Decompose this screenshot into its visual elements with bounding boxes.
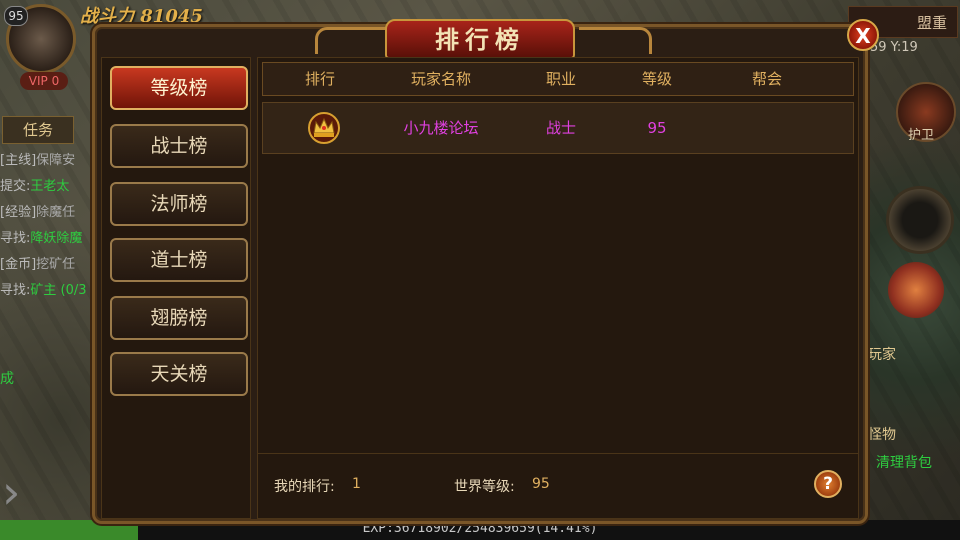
quest-list: [主线]保障安 提交:王老太 [经验]除魔任 寻找:降妖除魔 [金币]挖矿任 寻…: [0, 148, 95, 304]
tab-mage-ranking[interactable]: 法师榜: [110, 182, 248, 226]
title-ornament-right: [579, 27, 652, 54]
close-button[interactable]: X: [847, 19, 879, 51]
vip-badge[interactable]: VIP 0: [20, 72, 68, 90]
skill-slot-icon[interactable]: [886, 186, 954, 254]
guard-label: 护卫: [908, 128, 935, 143]
ranking-modal: 排行榜 X 等级榜 战士榜 法师榜 道士榜 翅膀榜 天关榜 排行 玩家名称 职业…: [92, 19, 879, 524]
quest-line[interactable]: 寻找:降妖除魔: [0, 226, 95, 252]
class-cell: 战士: [545, 119, 576, 137]
crown-icon: [308, 112, 340, 144]
ranking-tab-list: 等级榜 战士榜 法师榜 道士榜 翅膀榜 天关榜: [101, 57, 251, 519]
player-name-cell[interactable]: 小九楼论坛: [381, 103, 501, 153]
tab-tower-ranking[interactable]: 天关榜: [110, 352, 248, 396]
ranking-table-panel: 排行 玩家名称 职业 等级 帮会 小九楼论坛 战士 95 我的排行: 1 世界等…: [257, 57, 859, 519]
header-class: 职业: [545, 70, 576, 88]
header-guild: 帮会: [751, 70, 782, 88]
player-level-badge: 95: [4, 6, 28, 26]
quest-line[interactable]: [金币]挖矿任: [0, 252, 95, 278]
quest-line[interactable]: 寻找:矿主 (0/3: [0, 278, 95, 304]
help-button[interactable]: ?: [814, 470, 842, 498]
player-label[interactable]: 玩家: [868, 344, 896, 364]
guild-cell: [717, 103, 817, 153]
level-cell: 95: [647, 119, 667, 137]
table-header: 排行 玩家名称 职业 等级 帮会: [262, 62, 854, 96]
quest-status-text: 成: [0, 371, 14, 387]
header-level: 等级: [641, 70, 672, 88]
tab-taoist-ranking[interactable]: 道士榜: [110, 238, 248, 282]
expand-arrow-icon[interactable]: ›: [2, 462, 38, 522]
ranking-footer: 我的排行: 1 世界等级: 95 ?: [258, 453, 858, 518]
quest-line[interactable]: [经验]除魔任: [0, 200, 95, 226]
my-rank-label: 我的排行:: [274, 479, 335, 495]
quest-line[interactable]: 提交:王老太: [0, 174, 95, 200]
tab-warrior-ranking[interactable]: 战士榜: [110, 124, 248, 168]
fire-skill-icon[interactable]: [888, 262, 944, 318]
tab-wings-ranking[interactable]: 翅膀榜: [110, 296, 248, 340]
world-level-label: 世界等级:: [454, 479, 515, 495]
world-level-value: 95: [532, 476, 550, 492]
header-player-name: 玩家名称: [410, 70, 471, 88]
table-row[interactable]: 小九楼论坛 战士 95: [262, 102, 854, 154]
my-rank-value: 1: [352, 476, 361, 492]
modal-title: 排行榜: [385, 19, 575, 59]
monster-label[interactable]: 怪物: [868, 424, 896, 444]
clean-bag-button[interactable]: 清理背包: [876, 452, 932, 472]
quest-line[interactable]: [主线]保障安: [0, 148, 95, 174]
header-rank: 排行: [304, 70, 335, 88]
title-ornament-left: [315, 27, 388, 54]
tab-level-ranking[interactable]: 等级榜: [110, 66, 248, 110]
task-tab[interactable]: 任务: [2, 116, 74, 144]
